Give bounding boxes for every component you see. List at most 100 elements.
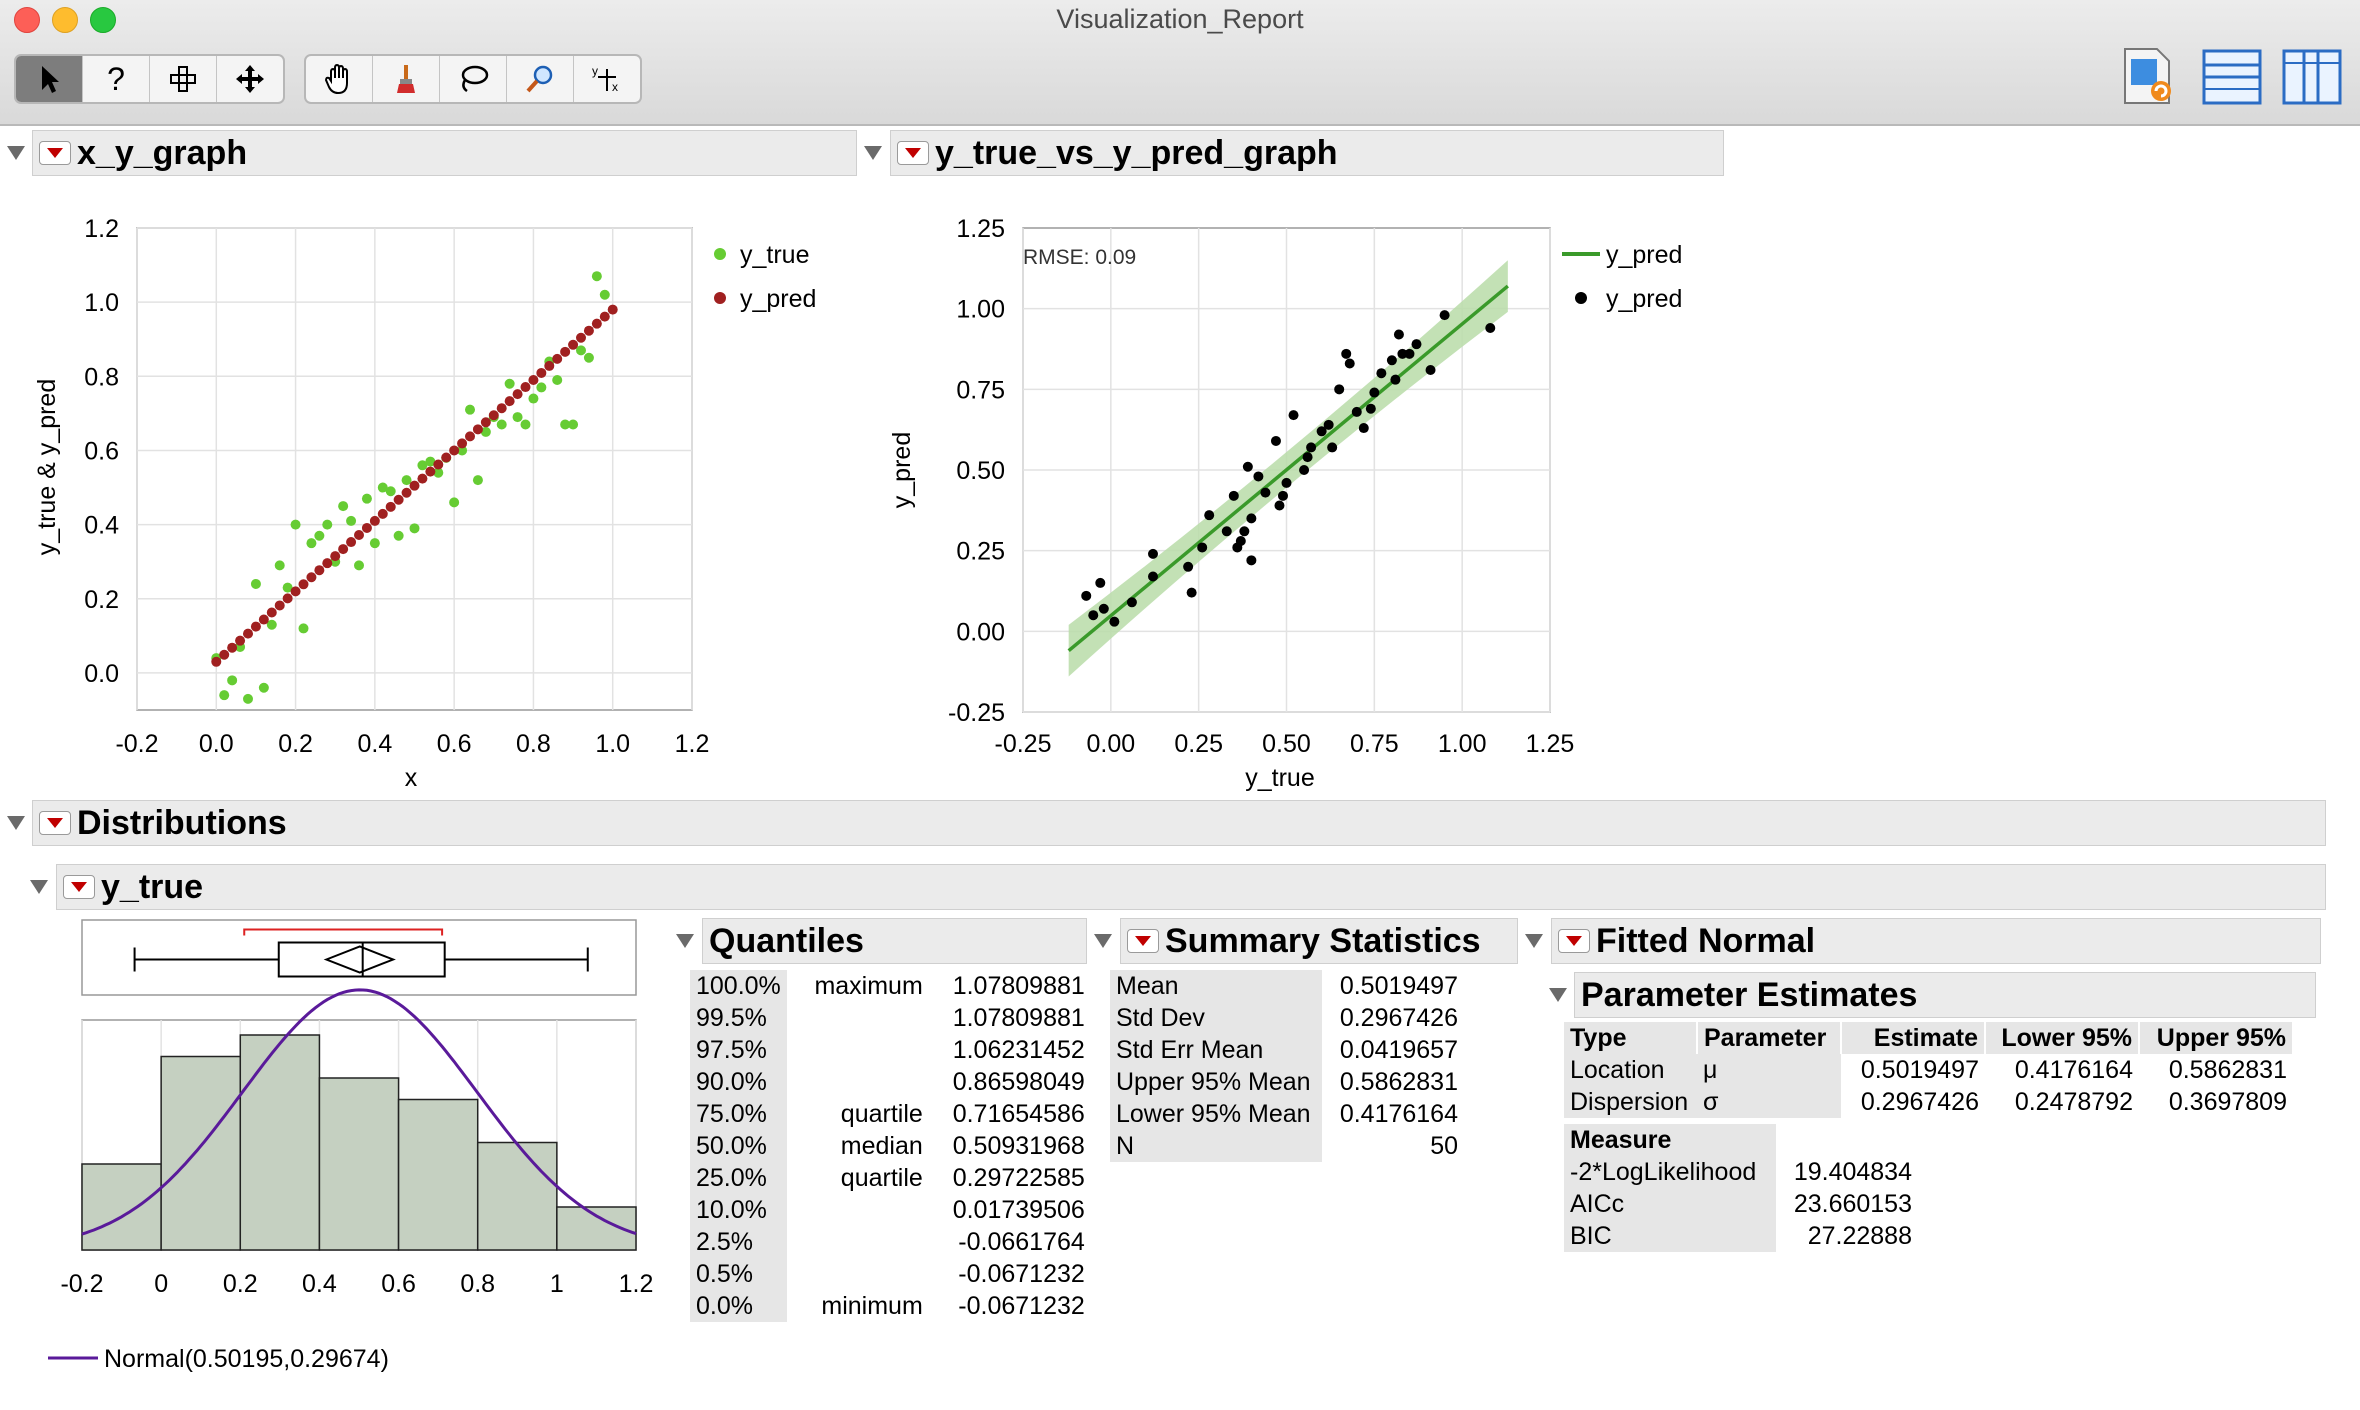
y-pred-point [591,318,602,329]
measure-row: -2*LogLikelihood 19.404834 [1564,1156,1918,1188]
y-pred-point [1126,597,1137,608]
x-y-graph-menu-button[interactable] [39,141,71,165]
pred-graph-header: y_true_vs_y_pred_graph [890,130,1724,176]
brush-icon [397,65,415,93]
y-true-point [258,682,269,693]
lasso-icon [461,65,489,93]
distributions-disclosure-icon[interactable] [7,816,25,830]
y-tick-label: 1.2 [84,215,119,243]
x-tick-label: -0.2 [115,730,158,758]
x-tick-label: 0.0 [199,730,234,758]
y-true-point [393,530,404,541]
x-y-graph-legend: y_true y_pred [714,241,816,313]
crosshairs-tool-button[interactable]: yx [574,56,640,102]
table-cell: 27.22888 [1807,1221,1912,1250]
table-cell: Std Err Mean [1110,1034,1322,1066]
quantile-row: 25.0% quartile 0.29722585 [690,1162,1091,1194]
histogram-bar [397,1098,479,1251]
x-tick-label: 0.75 [1350,730,1399,758]
fitted-normal-title: Fitted Normal [1596,921,1816,960]
measures-table: Measure -2*LogLikelihood 19.404834 AICc 23.6… [1564,1124,1918,1252]
summary-row: Std Err Mean 0.0419657 [1110,1034,1464,1066]
arrow-tool-button[interactable] [16,56,83,102]
grabber-tool-button[interactable] [217,56,283,102]
histogram-bar [160,1055,242,1251]
y-true-point [274,560,285,571]
y-true-menu-button[interactable] [63,875,95,899]
x-tick-label: 0.00 [1086,730,1135,758]
table-cell: Location [1564,1054,1697,1086]
distributions-header: Distributions [32,800,2326,846]
y-pred-point [576,332,586,343]
y-pred-point [1376,368,1387,379]
x-tick-label: 0 [154,1270,168,1298]
hand-tool-button[interactable] [306,56,373,102]
y-pred-point [1281,477,1292,488]
fitted-normal-disclosure-icon[interactable] [1525,934,1543,948]
table-cell: 0.29722585 [952,1163,1085,1192]
table-cell: 0.4176164 [1339,1099,1458,1128]
y-pred-point [266,607,277,618]
y-pred-point [1390,374,1401,385]
pred-graph-disclosure-icon[interactable] [864,146,882,160]
histogram-bar [476,1141,558,1251]
lasso-tool-button[interactable] [440,56,507,102]
fitted-normal-header: Fitted Normal [1551,918,2321,964]
measure-row: AICc 23.660153 [1564,1188,1918,1220]
y-pred-point [1246,513,1257,524]
table-cell: 2.5% [690,1226,787,1258]
scroll-tool-button[interactable] [150,56,217,102]
y-pred-point [1485,323,1496,334]
table-cell [787,1194,929,1226]
pred-graph-menu-button[interactable] [897,141,929,165]
crosshairs-icon: yx [592,64,618,94]
quantiles-disclosure-icon[interactable] [676,934,694,948]
tool-group-selection: ? [14,54,285,104]
y-pred-point [1109,616,1120,627]
y-pred-point [1277,490,1288,501]
brush-tool-button[interactable] [373,56,440,102]
normal-legend-label: Normal(0.50195,0.29674) [104,1345,389,1373]
table-cell [787,1034,929,1066]
y-pred-point [1393,329,1404,340]
layout-columns-button[interactable] [2282,46,2342,108]
magnifier-tool-button[interactable] [507,56,574,102]
table-cell: 97.5% [690,1034,787,1066]
y-pred-point [425,466,436,477]
quantiles-title: Quantiles [709,921,864,960]
y-true-disclosure-icon[interactable] [30,880,48,894]
y-true-point [449,497,460,508]
y-pred-point [1242,461,1253,472]
quantile-row: 50.0% median 0.50931968 [690,1130,1091,1162]
y-true-point [298,623,309,634]
x-tick-label: 1.25 [1526,730,1575,758]
summary-menu-button[interactable] [1127,929,1159,953]
red-triangle-icon [905,148,921,158]
y-tick-label: 0.4 [84,512,119,540]
y-pred-point [1147,571,1158,582]
y-pred-point [211,656,222,667]
summary-disclosure-icon[interactable] [1094,934,1112,948]
quantile-row: 90.0% 0.86598049 [690,1066,1091,1098]
y-true-point [599,289,610,300]
table-cell: -2*LogLikelihood [1564,1156,1776,1188]
fitted-normal-menu-button[interactable] [1558,929,1590,953]
table-cell: quartile [840,1099,923,1128]
y-pred-point [409,480,420,491]
table-cell: quartile [840,1163,923,1192]
y-true-point [361,493,372,504]
y-pred-point [1369,387,1380,398]
help-tool-button[interactable]: ? [83,56,150,102]
jmp-journal-button[interactable] [2118,46,2178,108]
y-pred-point [1323,419,1334,430]
y-pred-point [1306,442,1317,453]
x-y-graph-disclosure-icon[interactable] [7,146,25,160]
y-pred-point [1299,465,1310,475]
y-pred-point [1246,555,1257,566]
distributions-menu-button[interactable] [39,811,71,835]
quantile-row: 2.5% -0.0661764 [690,1226,1091,1258]
y-tick-label: 0.2 [84,586,119,614]
parameter-estimates-disclosure-icon[interactable] [1549,988,1567,1002]
layout-rows-button[interactable] [2202,46,2262,108]
table-cell: Std Dev [1110,1002,1322,1034]
